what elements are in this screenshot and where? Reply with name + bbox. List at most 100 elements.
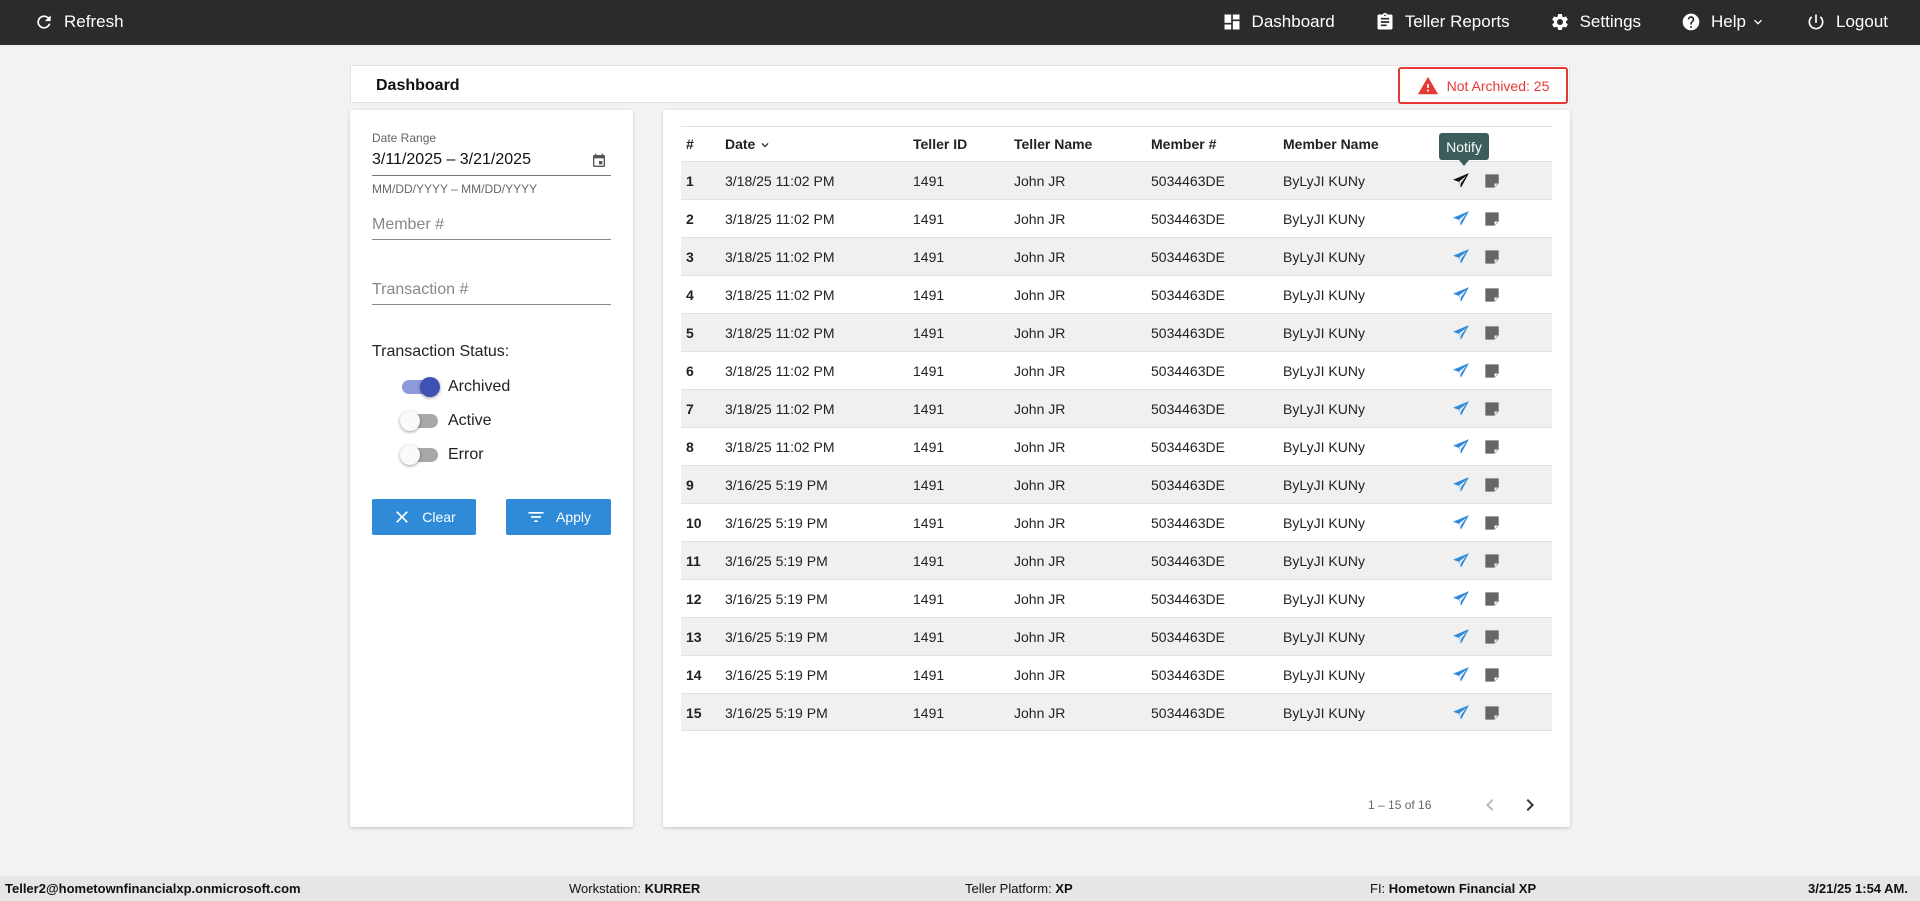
apply-button[interactable]: Apply: [506, 499, 611, 535]
notify-button[interactable]: [1451, 361, 1471, 381]
notify-button[interactable]: [1451, 399, 1471, 419]
date-range-label: Date Range: [372, 131, 437, 145]
note-button[interactable]: [1482, 323, 1502, 343]
col-teller-name[interactable]: Teller Name: [1014, 136, 1092, 152]
sticky-note-icon: [1485, 212, 1499, 226]
sticky-note-icon: [1485, 250, 1499, 264]
table-row[interactable]: 7 3/18/25 11:02 PM 1491 John JR 5034463DE ByL…: [681, 389, 1552, 427]
notify-button[interactable]: [1451, 285, 1471, 305]
active-switch[interactable]: [400, 411, 438, 431]
notify-button[interactable]: [1451, 703, 1471, 723]
fi-label: FI:: [1370, 881, 1386, 896]
cell-date: 3/18/25 11:02 PM: [725, 439, 835, 455]
note-button[interactable]: [1482, 513, 1502, 533]
paginator: 1 – 15 of 16: [1368, 791, 1558, 821]
note-button[interactable]: [1482, 209, 1502, 229]
calendar-icon[interactable]: [591, 153, 607, 169]
table-row[interactable]: 2 3/18/25 11:02 PM 1491 John JR 5034463DE ByL…: [681, 199, 1552, 237]
workstation-label: Workstation:: [569, 881, 642, 896]
not-archived-badge[interactable]: Not Archived: 25: [1398, 67, 1568, 104]
table-row[interactable]: 3 3/18/25 11:02 PM 1491 John JR 5034463DE ByL…: [681, 237, 1552, 275]
member-number-input[interactable]: Member #: [372, 210, 611, 240]
chevron-right-icon: [1526, 799, 1534, 811]
note-button[interactable]: [1482, 171, 1502, 191]
table-row[interactable]: 12 3/16/25 5:19 PM 1491 John JR 5034463DE ByL…: [681, 579, 1552, 617]
note-button[interactable]: [1482, 589, 1502, 609]
workstation-info: Workstation: KURRER: [569, 881, 700, 896]
refresh-button[interactable]: Refresh: [34, 12, 124, 32]
cell-teller-id: 1491: [913, 477, 945, 493]
cell-index: 8: [686, 439, 694, 455]
error-switch[interactable]: [400, 445, 438, 465]
table-row[interactable]: 9 3/16/25 5:19 PM 1491 John JR 5034463DE ByLy…: [681, 465, 1552, 503]
cell-index: 1: [686, 173, 694, 189]
cell-teller-id: 1491: [913, 287, 945, 303]
nav-dashboard[interactable]: Dashboard: [1222, 12, 1335, 32]
cell-member-number: 5034463DE: [1151, 173, 1225, 189]
status-toggle-active[interactable]: Active: [400, 409, 492, 433]
note-button[interactable]: [1482, 551, 1502, 571]
col-date[interactable]: Date: [725, 136, 772, 152]
cell-index: 6: [686, 363, 694, 379]
cell-date: 3/18/25 11:02 PM: [725, 211, 835, 227]
notify-button[interactable]: [1451, 247, 1471, 267]
notify-button[interactable]: [1451, 171, 1471, 191]
table-row[interactable]: 14 3/16/25 5:19 PM 1491 John JR 5034463DE ByL…: [681, 655, 1552, 693]
note-button[interactable]: [1482, 703, 1502, 723]
table-row[interactable]: 4 3/18/25 11:02 PM 1491 John JR 5034463DE ByL…: [681, 275, 1552, 313]
note-button[interactable]: [1482, 399, 1502, 419]
notify-button[interactable]: [1451, 589, 1471, 609]
note-button[interactable]: [1482, 247, 1502, 267]
nav-settings[interactable]: Settings: [1550, 12, 1641, 32]
cell-date: 3/16/25 5:19 PM: [725, 705, 828, 721]
cell-teller-name: John JR: [1014, 363, 1066, 379]
notify-button[interactable]: [1451, 627, 1471, 647]
note-button[interactable]: [1482, 627, 1502, 647]
notify-button[interactable]: [1451, 209, 1471, 229]
notify-button[interactable]: [1451, 551, 1471, 571]
notify-button[interactable]: [1451, 475, 1471, 495]
table-row[interactable]: 13 3/16/25 5:19 PM 1491 John JR 5034463DE ByL…: [681, 617, 1552, 655]
table-row[interactable]: 11 3/16/25 5:19 PM 1491 John JR 5034463DE ByL…: [681, 541, 1552, 579]
table-row[interactable]: 6 3/18/25 11:02 PM 1491 John JR 5034463DE ByL…: [681, 351, 1552, 389]
notify-button[interactable]: [1451, 665, 1471, 685]
col-member-name[interactable]: Member Name: [1283, 136, 1379, 152]
status-toggle-error[interactable]: Error: [400, 443, 484, 467]
table-row[interactable]: 10 3/16/25 5:19 PM 1491 John JR 5034463DE ByL…: [681, 503, 1552, 541]
refresh-label: Refresh: [64, 12, 124, 31]
nav-settings-label: Settings: [1579, 12, 1642, 31]
sticky-note-icon: [1485, 174, 1499, 188]
previous-page-button[interactable]: [1478, 793, 1502, 817]
note-button[interactable]: [1482, 285, 1502, 305]
table-header: # Date Teller ID Teller Name Member # Me…: [681, 127, 1552, 161]
next-page-button[interactable]: [1518, 793, 1542, 817]
col-member-number[interactable]: Member #: [1151, 136, 1216, 152]
nav-logout[interactable]: Logout: [1806, 12, 1888, 32]
table-row[interactable]: 1 3/18/25 11:02 PM 1491 John JR 5034463DE ByL…: [681, 161, 1552, 199]
table-row[interactable]: 5 3/18/25 11:02 PM 1491 John JR 5034463DE ByL…: [681, 313, 1552, 351]
status-footer: Teller2@hometownfinancialxp.onmicrosoft.…: [0, 876, 1920, 901]
archived-switch[interactable]: [402, 377, 440, 397]
cell-date: 3/18/25 11:02 PM: [725, 363, 835, 379]
clear-button[interactable]: Clear: [372, 499, 476, 535]
status-toggle-archived[interactable]: Archived: [402, 375, 510, 399]
note-button[interactable]: [1482, 665, 1502, 685]
table-row[interactable]: 8 3/18/25 11:02 PM 1491 John JR 5034463DE ByL…: [681, 427, 1552, 465]
transaction-number-placeholder: Transaction #: [372, 281, 469, 298]
note-button[interactable]: [1482, 437, 1502, 457]
note-button[interactable]: [1482, 475, 1502, 495]
nav-teller-reports[interactable]: Teller Reports: [1375, 12, 1510, 32]
cell-index: 7: [686, 401, 694, 417]
notify-button[interactable]: [1451, 513, 1471, 533]
cell-teller-name: John JR: [1014, 287, 1066, 303]
date-range-field[interactable]: 3/11/2025 – 3/21/2025: [372, 150, 611, 176]
note-button[interactable]: [1482, 361, 1502, 381]
nav-help[interactable]: Help: [1681, 12, 1766, 32]
cell-teller-name: John JR: [1014, 249, 1066, 265]
notify-button[interactable]: [1451, 323, 1471, 343]
transaction-number-input[interactable]: Transaction #: [372, 275, 611, 305]
cell-teller-id: 1491: [913, 439, 945, 455]
col-teller-id[interactable]: Teller ID: [913, 136, 967, 152]
table-row[interactable]: 15 3/16/25 5:19 PM 1491 John JR 5034463DE ByL…: [681, 693, 1552, 731]
notify-button[interactable]: [1451, 437, 1471, 457]
